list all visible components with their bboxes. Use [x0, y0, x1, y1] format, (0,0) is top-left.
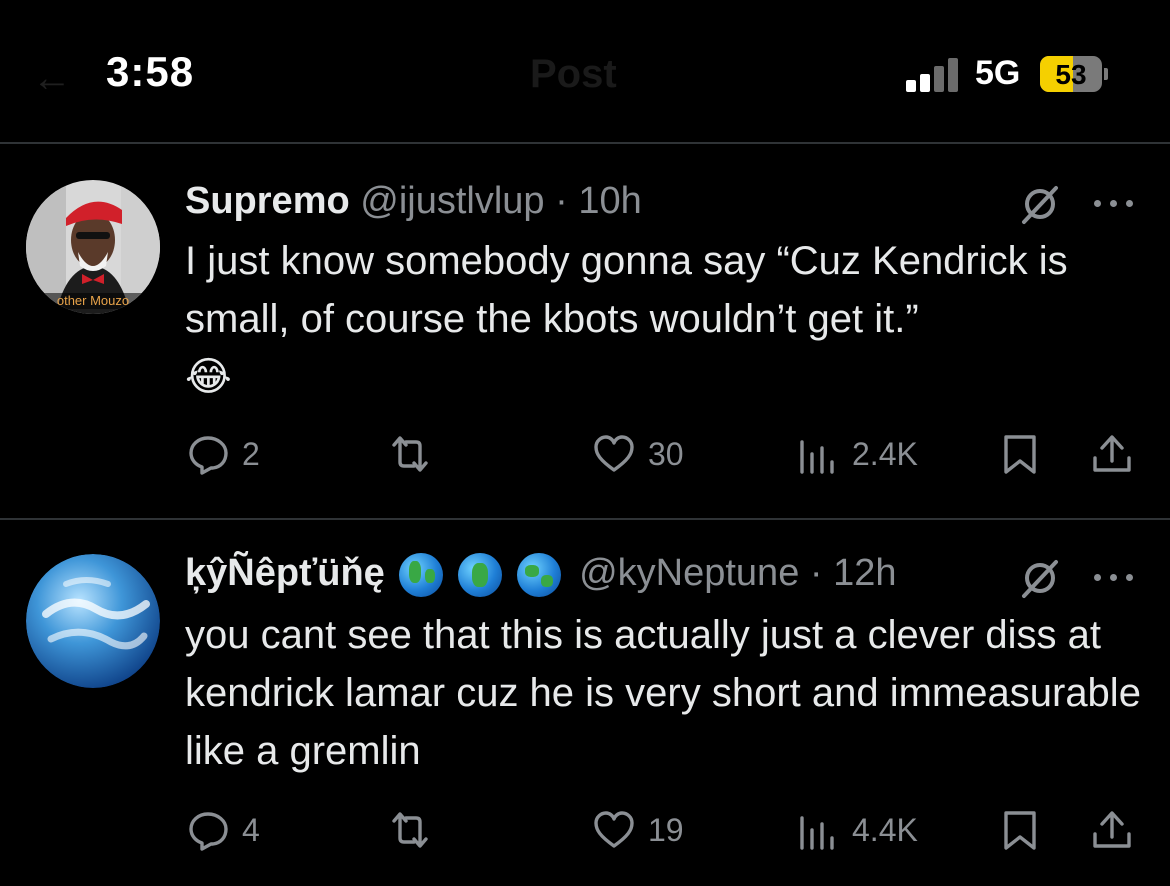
repost-button[interactable]: [388, 808, 444, 852]
grok-icon[interactable]: [1018, 182, 1062, 226]
page-title: Post: [530, 52, 617, 96]
handle[interactable]: @ijustlvlup: [360, 180, 544, 222]
status-time: 3:58: [106, 48, 195, 95]
signal-icon: [906, 56, 962, 92]
share-button[interactable]: [1090, 432, 1134, 476]
network-type: 5G: [975, 54, 1021, 92]
views-button[interactable]: 4.4K: [796, 808, 918, 852]
battery-icon: 53: [1040, 56, 1108, 92]
share-icon: [1093, 811, 1131, 848]
reply-icon: [189, 812, 228, 851]
like-count: 19: [648, 811, 684, 848]
views-button[interactable]: 2.4K: [796, 432, 918, 476]
svg-text:other Mouzo: other Mouzo: [57, 293, 129, 308]
like-button[interactable]: 19: [592, 808, 684, 852]
emoji: 😂: [185, 355, 232, 399]
share-button[interactable]: [1090, 808, 1134, 852]
globe-icon: [457, 552, 502, 597]
reply-count: 2: [242, 435, 260, 472]
reply-count: 4: [242, 811, 260, 848]
reply-button[interactable]: 4: [186, 808, 260, 852]
handle[interactable]: @kyNeptune: [579, 552, 799, 594]
bookmark-icon: [1004, 811, 1036, 850]
views-icon: [800, 816, 834, 850]
post-age: 10h: [578, 180, 642, 222]
reply-icon: [189, 436, 228, 475]
post-text: you cant see that this is actually just …: [185, 613, 1141, 773]
bookmark-icon: [1004, 435, 1036, 474]
globe-icon: [516, 552, 561, 597]
back-arrow-icon[interactable]: ←: [32, 56, 72, 101]
repost-button[interactable]: [388, 432, 444, 476]
author-line: Supremo @ijustlvlup · 10h: [185, 180, 642, 226]
like-icon: [594, 435, 634, 472]
like-icon: [594, 811, 634, 848]
post[interactable]: other Mouzo Supremo @ijustlvlup · 10h I …: [0, 144, 1170, 518]
repost-icon: [392, 812, 428, 848]
bookmark-button[interactable]: [998, 808, 1042, 852]
views-icon: [800, 440, 834, 474]
display-name[interactable]: ķŷÑêpťüňę: [185, 552, 385, 594]
post[interactable]: ķŷÑêpťüňę @kyNeptune · 12h you cant see …: [0, 520, 1170, 886]
separator: ·: [809, 552, 823, 594]
separator: ·: [555, 180, 568, 222]
avatar[interactable]: other Mouzo: [26, 180, 160, 314]
author-line: ķŷÑêpťüňę @kyNeptune · 12h: [185, 552, 897, 598]
reply-button[interactable]: 2: [186, 432, 260, 476]
view-count: 2.4K: [852, 435, 918, 472]
avatar[interactable]: [26, 554, 160, 688]
battery-level: 53: [1055, 59, 1087, 90]
more-icon[interactable]: [1094, 197, 1138, 209]
globe-icon: [399, 552, 444, 597]
grok-icon[interactable]: [1018, 556, 1062, 600]
more-icon[interactable]: [1094, 571, 1138, 583]
display-name[interactable]: Supremo: [185, 180, 350, 222]
view-count: 4.4K: [852, 811, 918, 848]
share-icon: [1093, 435, 1131, 472]
repost-icon: [392, 436, 428, 472]
post-text: I just know somebody gonna say “Cuz Kend…: [185, 239, 1068, 399]
bookmark-button[interactable]: [998, 432, 1042, 476]
like-count: 30: [648, 435, 684, 472]
like-button[interactable]: 30: [592, 432, 684, 476]
status-bar: ← Post 3:58 5G 53: [0, 0, 1170, 142]
post-age: 12h: [833, 552, 897, 594]
